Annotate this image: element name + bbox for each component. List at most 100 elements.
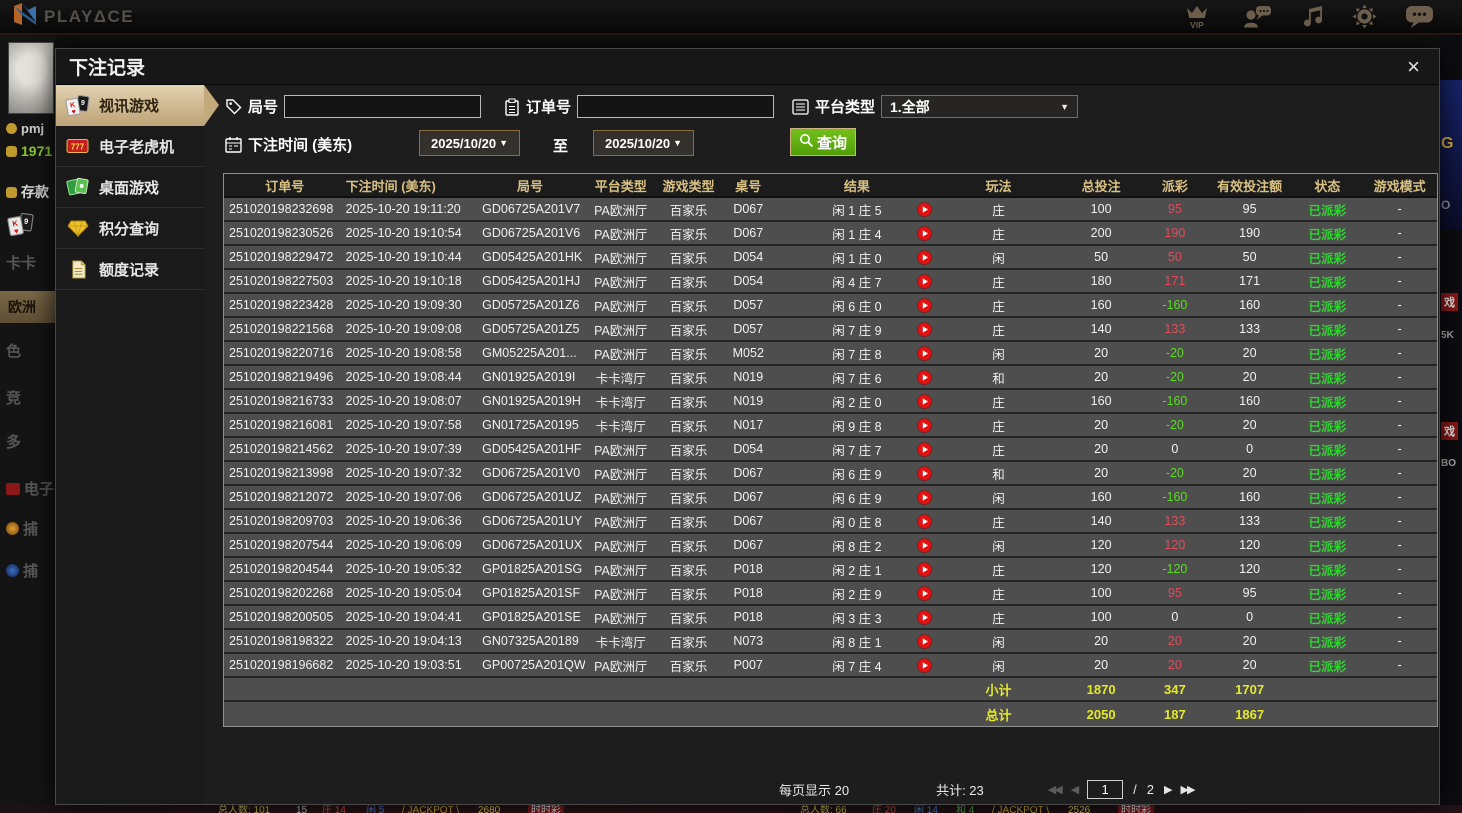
table-row: 251020198202268 2025-10-20 19:05:04 GP0182…	[224, 582, 1437, 606]
play-replay-icon[interactable]	[916, 418, 932, 433]
cell-round: GD06725A201UX	[482, 538, 583, 552]
cell-time: 2025-10-20 19:09:30	[345, 298, 462, 312]
cell-platform: PA欧洲厅	[594, 275, 648, 290]
result-text: 闲 3 庄 3	[832, 611, 882, 626]
table-row: 251020198198322 2025-10-20 19:04:13 GN0732…	[224, 630, 1437, 654]
play-replay-icon[interactable]	[916, 586, 932, 601]
grand-total-empty	[657, 702, 721, 726]
cell-total-bet: 140	[1090, 514, 1112, 528]
last-page-icon[interactable]: ▶▶	[1180, 783, 1195, 796]
play-replay-icon[interactable]	[916, 394, 932, 409]
page-number-input[interactable]	[1087, 779, 1124, 799]
cell-order: 251020198219496	[229, 370, 334, 384]
cell-game-mode: -	[1397, 274, 1402, 288]
play-replay-icon[interactable]	[916, 538, 932, 553]
result-text: 闲 4 庄 7	[832, 275, 882, 290]
cell-result: 闲 7 庄 9	[776, 318, 937, 340]
cell-payout: -120	[1162, 562, 1188, 576]
cell-time: 2025-10-20 19:04:41	[345, 610, 462, 624]
play-replay-icon[interactable]	[916, 250, 932, 265]
grand-total-empty	[585, 702, 657, 726]
date-from-picker[interactable]: 2025/10/20 ▼	[419, 130, 520, 156]
music-icon[interactable]	[1301, 4, 1324, 29]
cell-order: 251020198214562	[229, 442, 334, 456]
play-replay-icon[interactable]	[916, 274, 932, 289]
cell-time: 2025-10-20 19:08:44	[345, 370, 462, 384]
play-replay-icon[interactable]	[916, 298, 932, 313]
bottom-strip-fragment: 2680	[478, 805, 501, 813]
close-icon[interactable]: ×	[1401, 55, 1426, 77]
result-text: 闲 2 庄 9	[832, 587, 882, 602]
vip-icon[interactable]: VIP	[1180, 3, 1214, 30]
subtotal-empty	[585, 678, 657, 700]
prev-page-icon[interactable]: ◀	[1071, 783, 1080, 796]
cell-round: GP01825A201SG	[482, 562, 583, 576]
first-page-icon[interactable]: ◀◀	[1048, 783, 1063, 796]
play-replay-icon[interactable]	[916, 610, 932, 625]
cell-game-mode: -	[1397, 202, 1402, 216]
result-text: 闲 7 庄 6	[832, 371, 882, 386]
result-text: 闲 2 庄 1	[832, 563, 882, 578]
chevron-down-icon: ▼	[673, 138, 682, 148]
sidebar-tab-slot-machines[interactable]: 777 电子老虎机	[56, 126, 204, 167]
cell-payout: -160	[1162, 490, 1188, 504]
play-replay-icon[interactable]	[916, 658, 932, 673]
round-number-input[interactable]	[284, 95, 482, 118]
header-valid-bet: 有效投注额	[1217, 178, 1283, 194]
cell-time: 2025-10-20 19:10:18	[345, 274, 462, 288]
cell-round: GD05425A201HF	[482, 442, 582, 456]
play-replay-icon[interactable]	[916, 466, 932, 481]
cell-order: 251020198196682	[229, 658, 334, 672]
cell-platform: PA欧洲厅	[594, 539, 648, 554]
slots-mini-icon	[6, 482, 20, 495]
play-replay-icon[interactable]	[916, 562, 932, 577]
play-replay-icon[interactable]	[916, 370, 932, 385]
sidebar-tab-credit-records[interactable]: 额度记录	[56, 249, 204, 290]
cell-round: GP01825A201SE	[482, 610, 581, 624]
cell-round: GP01825A201SF	[482, 586, 581, 600]
cell-total-bet: 160	[1090, 394, 1112, 408]
brand-name: PLAYΔCE	[44, 6, 135, 26]
search-button[interactable]: 查询	[790, 128, 856, 156]
sidebar-tab-video-games[interactable]: 9 K ♥ 视讯游戏	[56, 85, 219, 126]
play-replay-icon[interactable]	[916, 322, 932, 337]
brand-logo: PLAYΔCE	[12, 2, 134, 31]
table-row: 251020198207544 2025-10-20 19:06:09 GD0672…	[224, 534, 1437, 558]
cell-game-type: 百家乐	[669, 635, 708, 650]
cell-valid-bet: 120	[1239, 562, 1261, 576]
cell-game-mode: -	[1397, 634, 1402, 648]
header-table-no: 桌号	[735, 178, 762, 194]
sidebar-tab-table-games[interactable]: 桌面游戏	[56, 167, 204, 208]
play-replay-icon[interactable]	[916, 442, 932, 457]
subtotal-empty	[224, 678, 346, 700]
play-replay-icon[interactable]	[916, 490, 932, 505]
cell-total-bet: 20	[1094, 442, 1109, 456]
header-platform: 平台类型	[594, 178, 647, 194]
platform-type-dropdown[interactable]: 1.全部 ▼	[881, 95, 1079, 118]
play-replay-icon[interactable]	[916, 346, 932, 361]
play-replay-icon[interactable]	[916, 634, 932, 649]
date-to-picker[interactable]: 2025/10/20 ▼	[593, 130, 694, 156]
result-text: 闲 7 庄 8	[832, 347, 882, 362]
cell-time: 2025-10-20 19:07:39	[345, 442, 462, 456]
play-replay-icon[interactable]	[916, 514, 932, 529]
cell-game-type: 百家乐	[669, 371, 708, 386]
play-replay-icon[interactable]	[916, 226, 932, 241]
cell-round: GD05725A201Z6	[482, 298, 580, 312]
sidebar-tab-label: 积分查询	[99, 220, 160, 238]
customer-service-icon[interactable]	[1242, 4, 1273, 29]
play-replay-icon[interactable]	[916, 202, 932, 217]
settings-gear-icon[interactable]	[1352, 4, 1377, 29]
cell-payout: 171	[1164, 274, 1186, 288]
cell-payout: 120	[1164, 538, 1186, 552]
cell-result: 闲 2 庄 0	[776, 390, 937, 412]
next-page-icon[interactable]: ▶	[1164, 783, 1173, 796]
chat-bubble-icon[interactable]	[1405, 4, 1434, 29]
table-row: 251020198216081 2025-10-20 19:07:58 GN0172…	[224, 414, 1437, 438]
cell-result: 闲 7 庄 4	[776, 654, 937, 676]
sidebar-tab-points-inquiry[interactable]: 积分查询	[56, 208, 204, 249]
grand-total-payout: 187	[1164, 706, 1186, 722]
order-number-input[interactable]	[577, 95, 775, 118]
cell-payout: -160	[1162, 394, 1188, 408]
bottom-strip-fragment: 庄 20	[872, 805, 896, 813]
